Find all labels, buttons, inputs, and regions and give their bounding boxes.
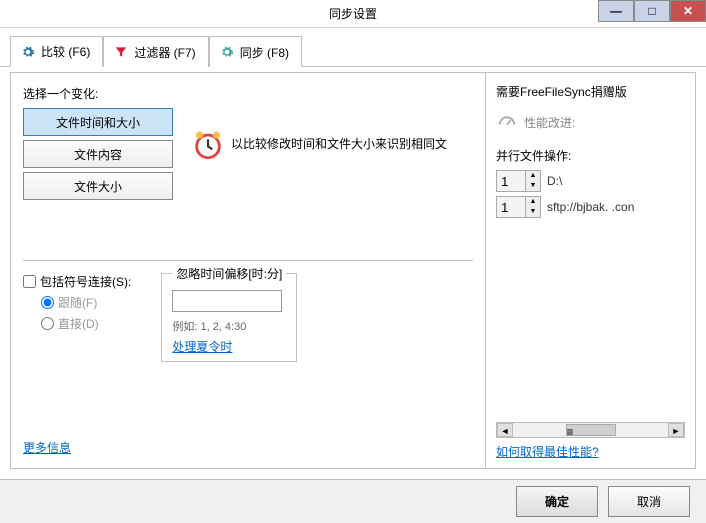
variant-buttons: 文件时间和大小 文件内容 文件大小	[23, 108, 173, 200]
best-performance-link[interactable]: 如何取得最佳性能?	[496, 443, 599, 460]
tab-label: 过滤器 (F7)	[134, 44, 195, 61]
count-spinner[interactable]: ▲ ▼	[496, 170, 541, 192]
chevron-up-icon[interactable]: ▲	[526, 197, 540, 207]
donation-title: 需要FreeFileSync捐赠版	[496, 83, 685, 100]
time-offset-input[interactable]	[172, 290, 282, 312]
performance-label: 性能改进:	[524, 114, 575, 131]
process-dst-link[interactable]: 处理夏令时	[172, 338, 232, 355]
radio-input[interactable]	[41, 317, 54, 330]
titlebar: 同步设置 — □ ✕	[0, 0, 706, 28]
count-spinner[interactable]: ▲ ▼	[496, 196, 541, 218]
include-symlinks-checkbox[interactable]: 包括符号连接(S):	[23, 273, 131, 290]
gauge-icon	[496, 110, 518, 135]
gear-icon	[220, 45, 234, 59]
tab-label: 同步 (F8)	[240, 44, 289, 61]
spinner-buttons: ▲ ▼	[526, 196, 541, 218]
clock-icon	[191, 128, 225, 165]
dialog-footer: 确定 取消	[0, 479, 706, 523]
choose-variant-label: 选择一个变化:	[23, 85, 473, 102]
minimize-button[interactable]: —	[598, 0, 634, 22]
tab-label: 比较 (F6)	[41, 43, 90, 60]
checkbox-input[interactable]	[23, 275, 36, 288]
more-info-link[interactable]: 更多信息	[23, 439, 71, 456]
parallel-row-0: ▲ ▼ D:\	[496, 170, 685, 192]
option-size[interactable]: 文件大小	[23, 172, 173, 200]
scroll-left-button[interactable]: ◄	[497, 423, 513, 437]
scrollbar-track[interactable]: ≡	[513, 423, 668, 437]
chevron-up-icon[interactable]: ▲	[526, 171, 540, 181]
radio-label: 直接(D)	[58, 315, 99, 332]
chevron-down-icon[interactable]: ▼	[526, 181, 540, 191]
parallel-ops-label: 并行文件操作:	[496, 147, 685, 164]
path-label: sftp://bjbak. .con	[547, 200, 634, 214]
option-content[interactable]: 文件内容	[23, 140, 173, 168]
horizontal-scrollbar[interactable]: ◄ ≡ ►	[496, 422, 685, 438]
cancel-button[interactable]: 取消	[608, 486, 690, 517]
maximize-button[interactable]: □	[634, 0, 670, 22]
gear-icon	[21, 45, 35, 59]
symlink-direct-radio[interactable]: 直接(D)	[41, 315, 131, 332]
symlink-group: 包括符号连接(S): 跟随(F) 直接(D)	[23, 273, 131, 362]
scroll-right-button[interactable]: ►	[668, 423, 684, 437]
offset-example: 例如: 1, 2, 4:30	[172, 318, 286, 334]
radio-input[interactable]	[41, 296, 54, 309]
time-offset-group: 忽略时间偏移[时:分] 例如: 1, 2, 4:30 处理夏令时	[161, 265, 297, 362]
lower-options: 包括符号连接(S): 跟随(F) 直接(D) 忽略时间偏移[时:分] 例如: 1…	[23, 260, 473, 362]
content: 选择一个变化: 文件时间和大小 文件内容 文件大小 以比较修改时间和文件大小来识…	[0, 62, 706, 479]
offset-legend: 忽略时间偏移[时:分]	[172, 265, 286, 282]
radio-label: 跟随(F)	[58, 294, 97, 311]
scrollbar-thumb[interactable]: ≡	[566, 424, 616, 436]
ok-button[interactable]: 确定	[516, 486, 598, 517]
spinner-input[interactable]	[496, 196, 526, 218]
spinner-input[interactable]	[496, 170, 526, 192]
spinner-buttons: ▲ ▼	[526, 170, 541, 192]
variant-description: 以比较修改时间和文件大小来识别相同文	[231, 135, 447, 152]
parallel-row-1: ▲ ▼ sftp://bjbak. .con	[496, 196, 685, 218]
window-controls: — □ ✕	[598, 0, 706, 22]
path-label: D:\	[547, 174, 562, 188]
close-button[interactable]: ✕	[670, 0, 706, 22]
symlink-follow-radio[interactable]: 跟随(F)	[41, 294, 131, 311]
checkbox-label: 包括符号连接(S):	[40, 273, 131, 290]
chevron-down-icon[interactable]: ▼	[526, 207, 540, 217]
performance-row: 性能改进:	[496, 110, 685, 135]
right-panel: 需要FreeFileSync捐赠版 性能改进: 并行文件操作: ▲ ▼ D:\	[486, 72, 696, 469]
left-panel: 选择一个变化: 文件时间和大小 文件内容 文件大小 以比较修改时间和文件大小来识…	[10, 72, 486, 469]
option-time-size[interactable]: 文件时间和大小	[23, 108, 173, 136]
funnel-icon	[114, 45, 128, 59]
